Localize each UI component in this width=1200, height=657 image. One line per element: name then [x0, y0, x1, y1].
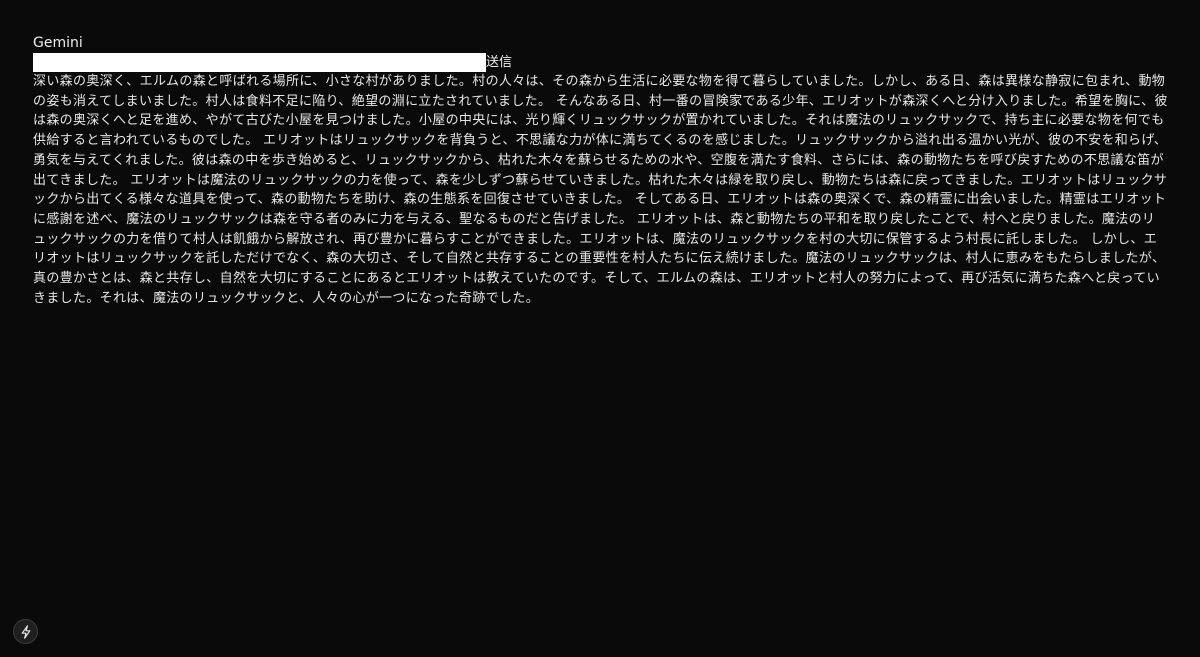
prompt-form: 送信: [33, 53, 1168, 72]
main-content: Gemini 送信 深い森の奥深く、エルムの森と呼ばれる場所に、小さな村がありま…: [33, 34, 1168, 308]
send-button[interactable]: 送信: [486, 53, 512, 72]
lightning-bolt-icon: [20, 624, 32, 639]
app-title: Gemini: [33, 35, 83, 51]
response-text: 深い森の奥深く、エルムの森と呼ばれる場所に、小さな村がありました。村の人々は、そ…: [33, 74, 1168, 306]
floating-action-button[interactable]: [13, 619, 38, 644]
prompt-input[interactable]: [33, 53, 486, 72]
